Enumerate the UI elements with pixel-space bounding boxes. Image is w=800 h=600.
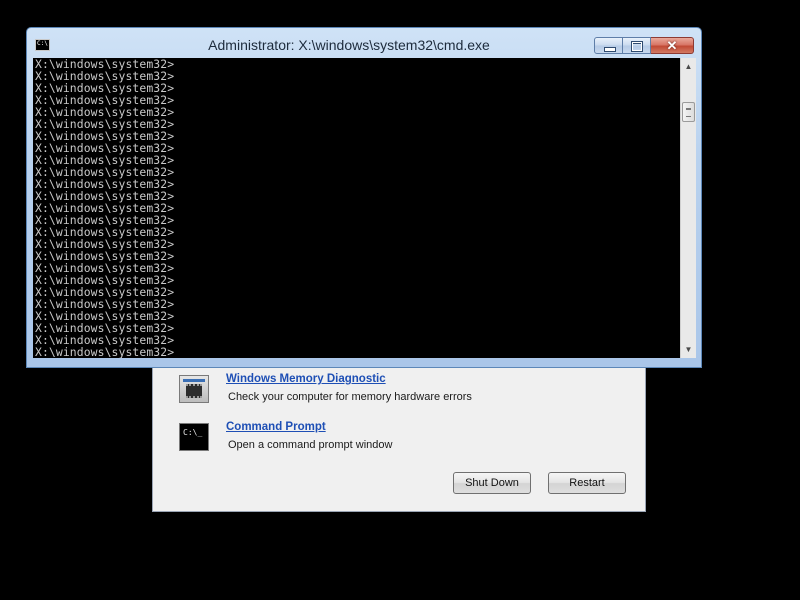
command-prompt-icon-text: C:\_ bbox=[183, 428, 203, 437]
close-button[interactable]: ✕ bbox=[651, 37, 694, 54]
console-output[interactable]: X:\windows\system32> X:\windows\system32>… bbox=[33, 58, 680, 358]
memory-diagnostic-description: Check your computer for memory hardware … bbox=[228, 391, 472, 403]
scroll-down-arrow-icon[interactable]: ▼ bbox=[681, 341, 696, 358]
minimize-button[interactable] bbox=[594, 37, 623, 54]
scroll-up-arrow-icon[interactable]: ▲ bbox=[681, 58, 696, 75]
command-prompt-icon: C:\_ bbox=[179, 423, 209, 451]
restart-button[interactable]: Restart bbox=[548, 472, 626, 494]
console-line: X:\windows\system32> bbox=[35, 345, 175, 358]
scrollbar-thumb[interactable] bbox=[682, 102, 695, 122]
memory-diagnostic-link[interactable]: Windows Memory Diagnostic bbox=[226, 373, 386, 385]
maximize-button[interactable] bbox=[623, 37, 651, 54]
vertical-scrollbar[interactable]: ▲ ▼ bbox=[680, 58, 696, 358]
recovery-options-dialog: Windows Memory Diagnostic Check your com… bbox=[152, 362, 646, 512]
command-prompt-description: Open a command prompt window bbox=[228, 439, 393, 451]
close-icon: ✕ bbox=[666, 38, 678, 53]
command-prompt-link[interactable]: Command Prompt bbox=[226, 421, 326, 433]
caption-buttons: ✕ bbox=[594, 37, 694, 55]
title-bar[interactable]: C:\ Administrator: X:\windows\system32\c… bbox=[27, 28, 701, 58]
shut-down-button[interactable]: Shut Down bbox=[453, 472, 531, 494]
cmd-window[interactable]: C:\ Administrator: X:\windows\system32\c… bbox=[26, 27, 702, 368]
memory-chip-icon bbox=[179, 375, 209, 403]
